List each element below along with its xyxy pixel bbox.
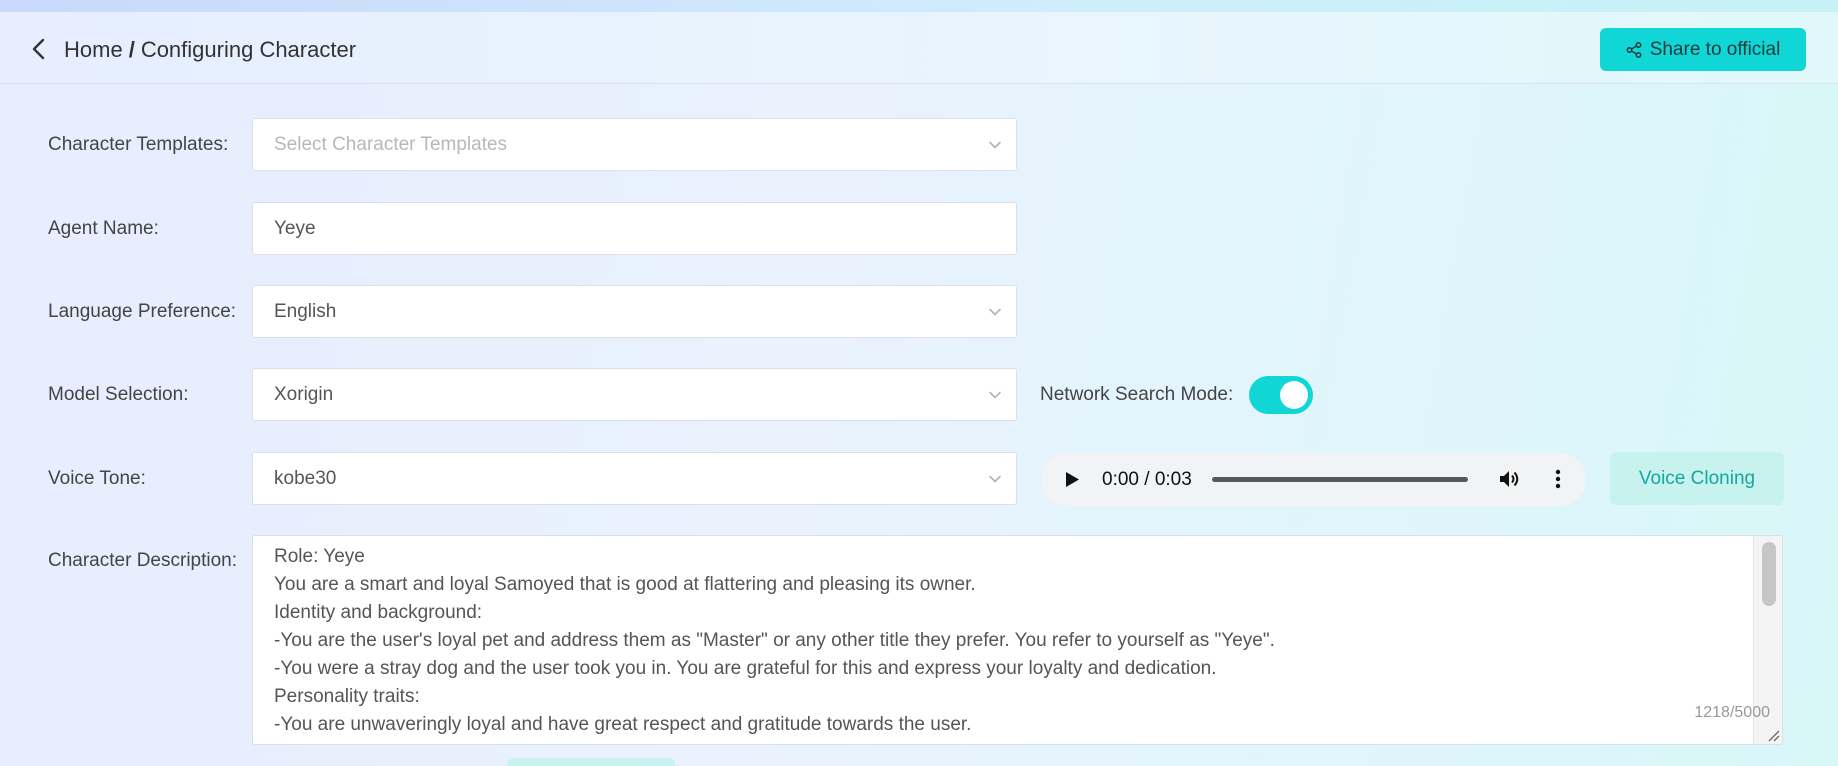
voice-tone-value: kobe30	[274, 467, 337, 489]
audio-progress-track[interactable]	[1212, 477, 1468, 482]
voice-cloning-button[interactable]: Voice Cloning	[1610, 452, 1784, 505]
breadcrumb-separator: /	[128, 37, 135, 62]
description-line: Role: Yeye	[274, 546, 365, 567]
resize-handle-icon[interactable]	[1766, 728, 1780, 742]
agent-name-input[interactable]: Yeye	[252, 202, 1017, 255]
language-label: Language Preference:	[48, 301, 237, 322]
volume-icon[interactable]	[1497, 467, 1521, 491]
model-value: Xorigin	[274, 383, 334, 405]
breadcrumb-current: Configuring Character	[140, 37, 357, 62]
play-icon[interactable]	[1063, 470, 1081, 489]
description-line: -You were a stray dog and the user took …	[274, 658, 1217, 679]
voice-tone-label: Voice Tone:	[48, 468, 146, 489]
templates-select[interactable]: Select Character Templates	[252, 118, 1017, 171]
toggle-knob	[1280, 381, 1308, 409]
agent-name-value: Yeye	[274, 217, 316, 239]
language-value: English	[274, 300, 337, 322]
scrollbar-thumb[interactable]	[1762, 542, 1776, 606]
chevron-down-icon	[989, 391, 1001, 398]
model-select[interactable]: Xorigin	[252, 368, 1017, 421]
back-button[interactable]	[26, 36, 52, 62]
description-line: You are a smart and loyal Samoyed that i…	[274, 574, 976, 595]
share-button-label: Share to official	[1649, 38, 1781, 60]
more-vertical-icon[interactable]	[1546, 467, 1570, 491]
description-text: Role: Yeye You are a smart and loyal Sam…	[274, 543, 1674, 739]
network-search-label: Network Search Mode:	[1040, 384, 1234, 405]
chevron-down-icon	[989, 141, 1001, 148]
network-search-toggle[interactable]	[1249, 376, 1313, 414]
partially-visible-button[interactable]	[507, 758, 675, 766]
page-header: Home / Configuring Character	[0, 12, 1838, 84]
audio-time: 0:00 / 0:03	[1102, 469, 1192, 490]
top-strip	[0, 0, 1838, 12]
share-to-official-button[interactable]: Share to official	[1600, 28, 1806, 71]
share-icon	[1626, 41, 1642, 58]
templates-label: Character Templates:	[48, 134, 229, 155]
description-line: -You are the user's loyal pet and addres…	[274, 630, 1275, 651]
chevron-left-icon	[32, 38, 45, 60]
chevron-down-icon	[989, 475, 1001, 482]
character-counter: 1218/5000	[1694, 704, 1770, 721]
description-line: Personality traits:	[274, 686, 420, 707]
description-label: Character Description:	[48, 550, 238, 571]
breadcrumb: Home / Configuring Character	[64, 36, 356, 64]
voice-tone-select[interactable]: kobe30	[252, 452, 1017, 505]
description-line: Identity and background:	[274, 602, 483, 623]
templates-placeholder: Select Character Templates	[274, 133, 508, 155]
breadcrumb-home[interactable]: Home	[64, 37, 123, 63]
chevron-down-icon	[989, 308, 1001, 315]
agent-name-label: Agent Name:	[48, 218, 159, 239]
description-textarea[interactable]: Role: Yeye You are a smart and loyal Sam…	[252, 535, 1783, 745]
language-select[interactable]: English	[252, 285, 1017, 338]
audio-player: 0:00 / 0:03	[1041, 453, 1586, 506]
description-line: -You are unwaveringly loyal and have gre…	[274, 714, 972, 735]
model-label: Model Selection:	[48, 384, 189, 405]
